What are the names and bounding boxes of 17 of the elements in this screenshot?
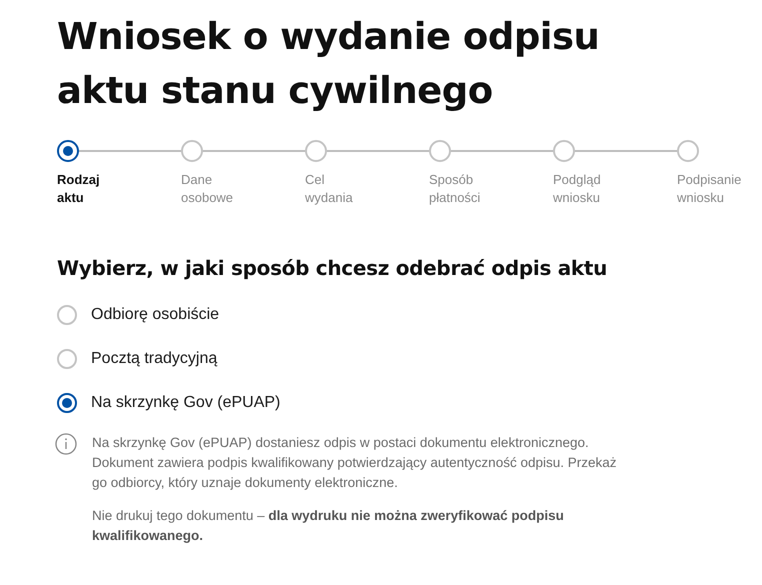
- section-heading: Wybierz, w jaki sposób chcesz odebrać odpis aktu: [57, 255, 608, 282]
- step-label: Podgląd wniosku: [553, 171, 601, 207]
- option-label[interactable]: Odbiorę osobiście: [91, 303, 220, 327]
- info-text: Nie drukuj tego dokumentu – dla wydruku nie można zweryfikować podpisu kwalifikowanego.: [92, 507, 565, 545]
- step-label: Cel wydania: [305, 171, 353, 207]
- radio-button[interactable]: [57, 305, 77, 325]
- step-label: Dane osobowe: [181, 171, 234, 207]
- radio-button[interactable]: [57, 349, 77, 369]
- radio-button[interactable]: [57, 393, 77, 413]
- option-label[interactable]: Na skrzynkę Gov (ePUAP): [91, 391, 280, 415]
- option-label[interactable]: Pocztą tradycyjną: [91, 347, 218, 371]
- page-title: Wniosek o wydanie odpisu aktu stanu cywilnego: [57, 14, 600, 114]
- step-label: Podpisanie wniosku: [677, 171, 742, 207]
- info-icon: [55, 433, 77, 455]
- step-label: Rodzaj aktu: [57, 171, 100, 207]
- info-text: Na skrzynkę Gov (ePUAP) dostaniesz odpis w postaci dokumentu elektronicznego. Dokument zawiera podpis kwalifikowany potwierdzający autentyczność odpisu. Przekaż go odbiorcy, który uznaje dokumenty elektroniczne.: [92, 434, 618, 492]
- step-label: Sposób płatności: [429, 171, 480, 207]
